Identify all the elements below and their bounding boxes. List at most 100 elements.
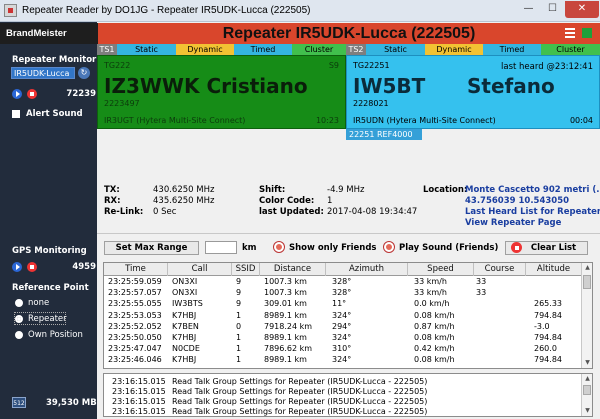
col-call[interactable]: Call [168,263,232,276]
table-row[interactable]: 23:25:59.059 ON3XI 9 1007.3 km 328° 33 km/h 33 [104,277,581,287]
ts1-dmr-id: 2223497 [104,99,140,108]
menu-icon[interactable] [565,28,575,38]
km-input[interactable] [205,241,237,254]
table-cell: 9 [236,277,242,286]
log-scrollbar[interactable]: ▲ ▼ [581,374,592,416]
ts2-dynamic-button[interactable]: Dynamic [425,44,483,55]
refresh-icon[interactable]: ↻ [78,67,90,79]
gps-stop-icon[interactable] [27,262,37,272]
repeater-input[interactable]: IR5UDK-Lucca [11,67,75,79]
table-cell: 23:25:46.046 [108,355,162,365]
gps-play-icon[interactable] [12,262,22,272]
set-max-range-button[interactable]: Set Max Range [104,241,199,255]
ts2-label: TS2 [346,44,366,55]
table-cell: 309.01 km [264,299,307,309]
table-cell: 0.87 km/h [414,321,455,331]
last-heard-list-link[interactable]: Last Heard List for Repeater [465,207,600,217]
scroll-up-icon[interactable]: ▲ [582,263,592,273]
table-cell: K7BEN [172,321,199,331]
ts2-timed-button[interactable]: Timed [483,44,541,55]
alert-sound-row[interactable]: Alert Sound [12,109,96,119]
friends-toggle-icon[interactable] [274,242,284,252]
ts1-static-button[interactable]: Static [117,44,176,55]
view-repeater-page-link[interactable]: View Repeater Page [465,218,561,228]
table-row[interactable]: 23:25:57.057 ON3XI 9 1007.3 km 328° 33 km/h 33 [104,288,581,298]
alert-sound-checkbox[interactable] [12,110,20,118]
ts2-name: Stefano [467,74,555,98]
table-cell: 8989.1 km [264,333,307,342]
log-scroll-thumb[interactable] [583,385,591,395]
ts2-talkgroup: TG22251 [353,61,390,70]
panel-close-icon[interactable] [582,28,592,38]
scroll-down-icon[interactable]: ▼ [582,358,592,368]
ref-none-label: none [28,298,50,308]
col-course[interactable]: Course [474,263,526,276]
gps-monitoring-label: GPS Monitoring [12,246,87,256]
ts2-static-button[interactable]: Static [366,44,425,55]
table-cell: 294° [332,321,352,331]
table-cell: ON3XI [172,277,198,286]
table-row[interactable]: 23:25:53.053 K7HBJ 1 8989.1 km 324° 0.08 km/h… [104,311,581,321]
close-window-button[interactable]: ✕ [565,1,599,18]
table-scrollbar[interactable]: ▲ ▼ [581,263,592,368]
rx-value: 435.6250 MHz [153,196,215,206]
table-cell: K7HBJ [172,310,197,320]
table-row[interactable]: 23:25:47.047 N0CDE 1 7896.62 km 310° 0.42 km/… [104,344,581,354]
minimize-button[interactable]: — [517,1,540,18]
table-cell: 1007.3 km [264,288,307,298]
memory-usage: 39,530 MB [46,398,97,408]
relink-value: 0 Sec [153,207,177,217]
ts2-activity-panel: TG22251 last heard @23:12:41 IW5BT Stefa… [346,55,600,129]
table-cell: 328° [332,288,352,298]
table-cell: -3.0 [534,321,550,331]
repeater-controls: 72239 [12,89,96,99]
play-icon[interactable] [12,89,22,99]
table-cell: 0.42 km/h [414,344,455,354]
col-ssid[interactable]: SSID [232,263,260,276]
ts2-callsign: IW5BT [353,74,426,98]
table-cell: ON3XI [172,288,198,298]
table-header: Time Call SSID Distance Azimuth Speed Co… [104,263,581,276]
play-sound-label[interactable]: Play Sound (Friends) [399,243,498,253]
table-row[interactable]: 23:25:46.046 K7HBJ 1 8989.1 km 324° 0.08 km/h… [104,355,581,365]
ts1-dynamic-button[interactable]: Dynamic [176,44,234,55]
col-time[interactable]: Time [104,263,168,276]
ts1-cluster-button[interactable]: Cluster [292,44,346,55]
log-scroll-down-icon[interactable]: ▼ [582,406,592,416]
ts1-talkgroup: TG222 [104,61,131,70]
table-cell: 33 km/h [414,277,447,286]
log-scroll-up-icon[interactable]: ▲ [582,374,592,384]
table-cell: 794.84 [534,355,562,365]
clear-icon [511,242,522,253]
log-time: 23:16:15.015 [112,397,166,406]
table-cell: 7896.62 km [264,344,313,354]
table-row[interactable]: 23:25:52.052 K7BEN 0 7918.24 km 294° 0.87 km/… [104,322,581,332]
coordinates-value[interactable]: 43.756039 10.543050 [465,196,569,206]
col-distance[interactable]: Distance [260,263,326,276]
ref-radio-none[interactable] [15,299,23,307]
stop-icon[interactable] [27,89,37,99]
ts2-cluster-button[interactable]: Cluster [541,44,600,55]
ts2-repeater: IR5UDN (Hytera Multi-Site Connect) [353,116,496,125]
ref-repeater-label: Repeater [28,314,67,324]
maximize-button[interactable]: ☐ [541,1,564,18]
scroll-thumb[interactable] [583,275,591,289]
ts1-slot: S9 [328,61,339,70]
divider [97,233,600,234]
table-row[interactable]: 23:25:50.050 K7HBJ 1 8989.1 km 324° 0.08 km/h… [104,333,581,343]
table-cell: 265.33 [534,299,562,309]
col-altitude[interactable]: Altitude [526,263,581,276]
sound-toggle-icon[interactable] [384,242,394,252]
table-cell: 9 [236,299,242,309]
show-only-friends-label[interactable]: Show only Friends [289,243,376,253]
ref-radio-own-position[interactable] [15,331,23,339]
col-azimuth[interactable]: Azimuth [326,263,408,276]
table-row[interactable]: 23:25:55.055 IW3BTS 9 309.01 km 11° 0.0 km/h 2… [104,299,581,309]
location-value[interactable]: Monte Cascetto 902 metri (... [465,185,600,195]
table-cell: 794.84 [534,310,562,320]
table-cell: 324° [332,310,352,320]
ref-radio-repeater[interactable] [15,315,23,323]
ts1-timed-button[interactable]: Timed [234,44,292,55]
col-speed[interactable]: Speed [408,263,474,276]
log-message: Read Talk Group Settings for Repeater (I… [172,397,428,406]
